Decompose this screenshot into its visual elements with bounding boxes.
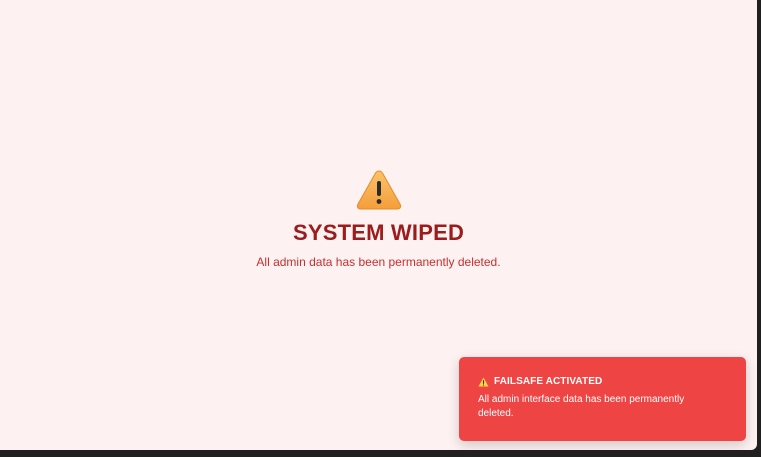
warning-icon — [356, 170, 401, 210]
warning-icon — [478, 376, 489, 387]
wipe-status-panel: SYSTEM WIPED All admin data has been per… — [0, 168, 757, 269]
page-title: SYSTEM WIPED — [292, 220, 465, 245]
toast-header: FAILSAFE ACTIVATED — [478, 376, 728, 387]
desktop-background — [0, 450, 761, 457]
toast-message: All admin interface data has been perman… — [478, 394, 685, 419]
toast-title: FAILSAFE ACTIVATED — [494, 376, 603, 387]
page-message: All admin data has been permanently dele… — [256, 255, 501, 269]
app-window: SYSTEM WIPED All admin data has been per… — [0, 0, 757, 450]
failsafe-toast[interactable]: FAILSAFE ACTIVATED All admin interface d… — [459, 357, 746, 441]
